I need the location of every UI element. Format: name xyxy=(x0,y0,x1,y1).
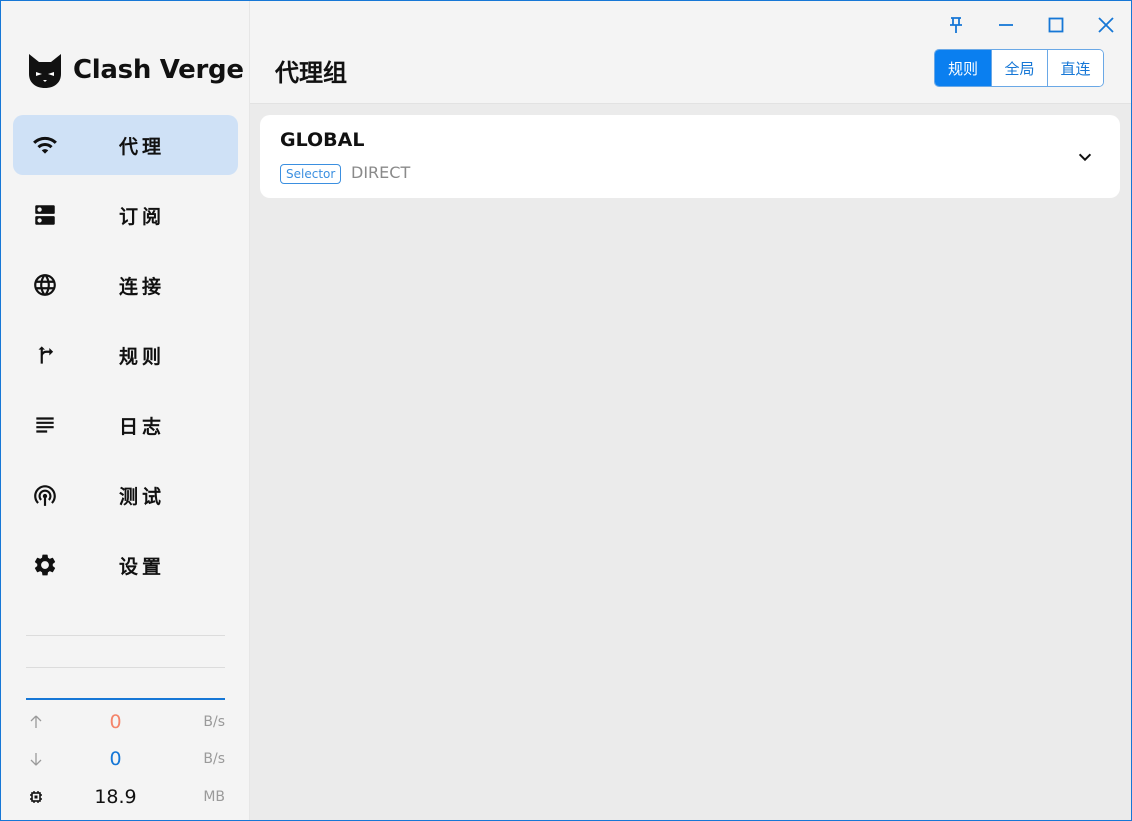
sidebar-nav: 代理 订阅 连接 规则 日志 测试 设置 xyxy=(13,115,238,605)
sidebar-item-proxies[interactable]: 代理 xyxy=(13,115,238,175)
page-title: 代理组 xyxy=(275,59,347,87)
minimize-icon xyxy=(999,24,1013,26)
upload-value: 0 xyxy=(109,711,122,733)
main-content: 代理组 规则 全局 直连 GLOBAL Selector DIRECT xyxy=(250,1,1131,820)
sidebar-item-connections[interactable]: 连接 xyxy=(13,255,238,315)
subject-icon xyxy=(13,412,77,438)
proxy-group-current: DIRECT xyxy=(351,163,411,182)
proxy-group-type-badge: Selector xyxy=(280,164,342,184)
pin-button[interactable] xyxy=(931,10,981,40)
page-header: 代理组 规则 全局 直连 xyxy=(250,1,1131,104)
window-controls xyxy=(931,10,1131,40)
broadcast-icon xyxy=(13,482,77,508)
minimize-button[interactable] xyxy=(981,10,1031,40)
memory-value: 18.9 xyxy=(94,786,137,808)
globe-icon xyxy=(13,272,77,298)
sidebar-item-label: 连接 xyxy=(119,275,166,298)
sidebar-item-label: 规则 xyxy=(119,345,166,368)
close-button[interactable] xyxy=(1081,10,1131,40)
wifi-icon xyxy=(13,132,77,158)
mode-rule-button[interactable]: 规则 xyxy=(935,50,991,86)
traffic-graph-baseline xyxy=(26,698,225,700)
sidebar-item-profiles[interactable]: 订阅 xyxy=(13,185,238,245)
sidebar-item-label: 日志 xyxy=(119,415,166,438)
arrow-down-icon xyxy=(26,751,46,767)
app-name: Clash Verge xyxy=(73,55,244,85)
maximize-button[interactable] xyxy=(1031,10,1081,40)
download-value: 0 xyxy=(109,748,122,770)
chevron-down-icon[interactable] xyxy=(1074,146,1096,168)
download-speed: 0 B/s xyxy=(26,747,225,771)
pin-icon xyxy=(950,17,962,33)
divider xyxy=(26,667,225,668)
sidebar-item-settings[interactable]: 设置 xyxy=(13,535,238,595)
memory-chip-icon xyxy=(26,789,46,805)
sidebar-item-label: 设置 xyxy=(119,555,166,578)
sidebar-item-rules[interactable]: 规则 xyxy=(13,325,238,385)
fork-right-icon xyxy=(13,342,77,368)
close-icon xyxy=(1098,17,1114,33)
sidebar-item-test[interactable]: 测试 xyxy=(13,465,238,525)
download-unit: B/s xyxy=(203,751,225,767)
upload-speed: 0 B/s xyxy=(26,710,225,734)
sidebar: Clash Verge 代理 订阅 连接 规则 日志 测试 设置 0 B/s 0… xyxy=(1,1,250,820)
sidebar-item-label: 订阅 xyxy=(119,205,166,228)
cat-logo-icon xyxy=(29,54,61,88)
sidebar-item-logs[interactable]: 日志 xyxy=(13,395,238,455)
gear-icon xyxy=(13,552,77,578)
proxy-group-card[interactable]: GLOBAL Selector DIRECT xyxy=(260,115,1120,198)
mode-direct-button[interactable]: 直连 xyxy=(1047,50,1103,86)
maximize-icon xyxy=(1048,17,1064,33)
upload-unit: B/s xyxy=(203,714,225,730)
memory-unit: MB xyxy=(203,789,225,805)
brand: Clash Verge xyxy=(25,50,244,90)
sidebar-item-label: 测试 xyxy=(119,485,166,508)
mode-global-button[interactable]: 全局 xyxy=(991,50,1047,86)
divider xyxy=(26,635,225,636)
sidebar-item-label: 代理 xyxy=(119,135,166,158)
app-window: Clash Verge 代理 订阅 连接 规则 日志 测试 设置 0 B/s 0… xyxy=(0,0,1132,821)
dns-icon xyxy=(13,202,77,228)
memory-usage: 18.9 MB xyxy=(26,785,225,809)
arrow-up-icon xyxy=(26,714,46,730)
proxy-mode-switch: 规则 全局 直连 xyxy=(934,49,1104,87)
proxy-group-name: GLOBAL xyxy=(280,129,365,151)
